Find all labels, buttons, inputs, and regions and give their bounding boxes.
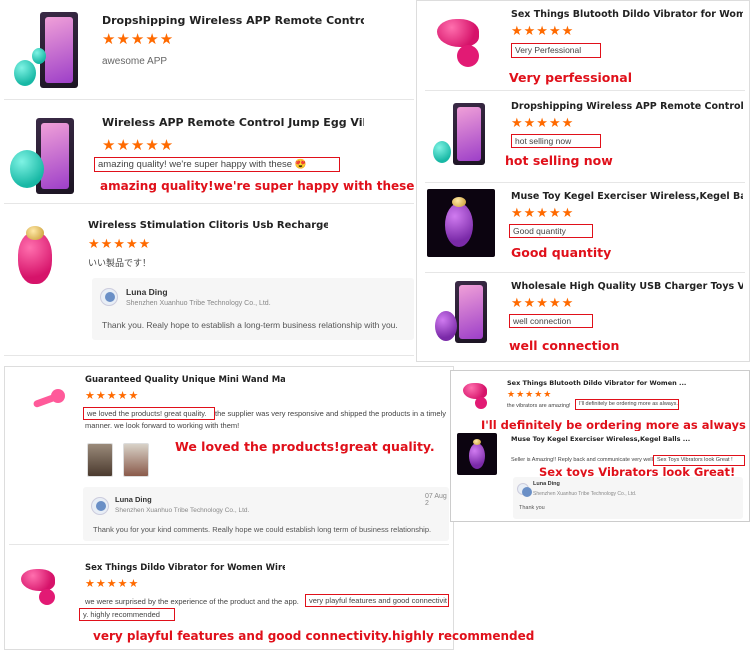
review-text-highlighted: amazing quality! we're super happy with … bbox=[94, 157, 340, 172]
avatar bbox=[517, 483, 532, 497]
rating-stars: ★★★★★ bbox=[85, 390, 140, 402]
rating-stars: ★★★★★ bbox=[102, 31, 175, 48]
review-card: Sex Things Blutooth Dildo Vibrator for W… bbox=[455, 373, 747, 432]
reply-author: Luna Ding bbox=[533, 481, 560, 487]
reply-author: Luna Ding bbox=[115, 495, 152, 504]
seller-reply: Luna Ding Shenzhen Xuanhuo Tribe Technol… bbox=[92, 278, 414, 340]
review-caption: Very perfessional bbox=[509, 70, 633, 85]
review-text-highlighted: hot selling now bbox=[511, 134, 601, 148]
reviews-panel-right-top: Sex Things Blutooth Dildo Vibrator for W… bbox=[416, 0, 750, 362]
review-card: Muse Toy Kegel Exerciser Wireless,Kegel … bbox=[455, 431, 747, 521]
product-thumbnail[interactable] bbox=[427, 101, 493, 167]
review-text: manner. we look forward to working with … bbox=[85, 421, 240, 430]
review-text: the supplier was very responsive and shi… bbox=[215, 409, 446, 418]
reply-company: Shenzhen Xuanhuo Tribe Technology Co., L… bbox=[126, 300, 271, 307]
product-title[interactable]: Sex Things Blutooth Dildo Vibrator for W… bbox=[507, 379, 697, 387]
reply-author: Luna Ding bbox=[126, 287, 168, 297]
review-text-highlighted: I'll definitely be ordering more as alwa… bbox=[575, 399, 679, 410]
product-title[interactable]: Muse Toy Kegel Exerciser Wireless,Kegel … bbox=[511, 191, 743, 202]
product-title[interactable]: Dropshipping Wireless APP Remote Control… bbox=[511, 101, 743, 112]
product-title[interactable]: Dropshipping Wireless APP Remote Control… bbox=[102, 14, 364, 27]
seller-reply: Luna Ding Shenzhen Xuanhuo Tribe Technol… bbox=[83, 487, 449, 541]
review-text-highlighted: very playful features and good connectiv… bbox=[305, 594, 449, 607]
review-card: Wholesale High Quality USB Charger Toys … bbox=[425, 277, 745, 361]
product-thumbnail[interactable] bbox=[457, 377, 497, 417]
review-text: いい製品です！ bbox=[88, 258, 152, 268]
product-thumbnail[interactable] bbox=[6, 116, 86, 196]
rating-stars: ★★★★★ bbox=[102, 137, 175, 154]
review-photo[interactable] bbox=[87, 443, 113, 477]
review-text-highlighted: we loved the products! great quality. bbox=[83, 407, 215, 420]
review-text: Seller is Amazing!! Reply back and commu… bbox=[511, 457, 655, 463]
review-text: we were surprised by the experience of t… bbox=[85, 597, 299, 606]
rating-stars: ★★★★★ bbox=[511, 205, 575, 220]
review-caption: hot selling now bbox=[505, 153, 613, 168]
review-text: awesome APP bbox=[102, 56, 168, 67]
rating-stars: ★★★★★ bbox=[85, 578, 140, 590]
review-text-highlighted: well connection bbox=[509, 314, 593, 328]
product-title[interactable]: Sex Things Dildo Vibrator for Women Wire… bbox=[85, 563, 285, 573]
product-title[interactable]: Sex Things Blutooth Dildo Vibrator for W… bbox=[511, 9, 743, 20]
review-caption: very playful features and good connectiv… bbox=[93, 629, 535, 643]
review-card: Wireless Stimulation Clitoris Usb Rechar… bbox=[4, 212, 414, 356]
review-caption: well connection bbox=[509, 338, 620, 353]
review-caption: I'll definitely be ordering more as alwa… bbox=[481, 418, 746, 432]
review-text-highlighted: Good quantity bbox=[509, 224, 593, 238]
reviews-panel-left-top: Dropshipping Wireless APP Remote Control… bbox=[0, 0, 418, 358]
product-title[interactable]: Wholesale High Quality USB Charger Toys … bbox=[511, 281, 743, 292]
avatar bbox=[100, 288, 118, 306]
reply-date: 07 Aug 2 bbox=[425, 493, 447, 507]
review-text: the vibrators are amazing! bbox=[507, 403, 571, 409]
reply-text: Thank you for your kind comments. Really… bbox=[93, 525, 432, 534]
reviews-panel-right-bottom: Sex Things Blutooth Dildo Vibrator for W… bbox=[450, 370, 750, 522]
review-card: Sex Things Dildo Vibrator for Women Wire… bbox=[9, 555, 534, 647]
rating-stars: ★★★★★ bbox=[511, 115, 575, 130]
product-thumbnail[interactable] bbox=[11, 559, 71, 619]
reviews-panel-left-bottom: Guaranteed Quality Unique Mini Wand Mass… bbox=[4, 366, 534, 650]
reply-company: Shenzhen Xuanhuo Tribe Technology Co., L… bbox=[115, 507, 250, 514]
review-card: Wireless APP Remote Control Jump Egg Vib… bbox=[4, 104, 414, 204]
review-photo[interactable] bbox=[123, 443, 149, 477]
product-thumbnail[interactable] bbox=[457, 433, 497, 475]
review-card: Sex Things Blutooth Dildo Vibrator for W… bbox=[425, 3, 745, 91]
product-title[interactable]: Guaranteed Quality Unique Mini Wand Mass… bbox=[85, 375, 285, 385]
review-caption: amazing quality!we're super happy with t… bbox=[100, 179, 415, 193]
rating-stars: ★★★★★ bbox=[511, 295, 575, 310]
review-card: Dropshipping Wireless APP Remote Control… bbox=[4, 4, 414, 100]
rating-stars: ★★★★★ bbox=[507, 389, 553, 399]
product-title[interactable]: Wireless Stimulation Clitoris Usb Rechar… bbox=[88, 220, 328, 231]
review-text-highlighted: y. highly recommended bbox=[79, 608, 175, 621]
product-thumbnail[interactable] bbox=[6, 10, 86, 90]
reply-company: Shenzhen Xuanhuo Tribe Technology Co., L… bbox=[533, 491, 637, 497]
review-text-highlighted: Very Perfessional bbox=[511, 43, 601, 58]
review-caption: Good quantity bbox=[511, 245, 612, 260]
product-thumbnail[interactable] bbox=[427, 189, 495, 257]
product-title[interactable]: Muse Toy Kegel Exerciser Wireless,Kegel … bbox=[511, 435, 701, 443]
review-card: Muse Toy Kegel Exerciser Wireless,Kegel … bbox=[425, 187, 745, 273]
reply-text: Thank you bbox=[519, 505, 545, 511]
reply-text: Thank you. Realy hope to establish a lon… bbox=[102, 320, 398, 330]
seller-reply: Luna Ding Shenzhen Xuanhuo Tribe Technol… bbox=[513, 477, 743, 519]
rating-stars: ★★★★★ bbox=[511, 23, 575, 38]
product-thumbnail[interactable] bbox=[15, 375, 73, 433]
review-card: Dropshipping Wireless APP Remote Control… bbox=[425, 97, 745, 183]
product-thumbnail[interactable] bbox=[6, 218, 78, 290]
review-caption: We loved the products!great quality. bbox=[175, 439, 435, 454]
product-thumbnail[interactable] bbox=[427, 7, 493, 73]
review-card: Guaranteed Quality Unique Mini Wand Mass… bbox=[9, 369, 449, 545]
product-title[interactable]: Wireless APP Remote Control Jump Egg Vib… bbox=[102, 116, 364, 129]
rating-stars: ★★★★★ bbox=[88, 236, 152, 251]
product-thumbnail[interactable] bbox=[427, 279, 495, 347]
avatar bbox=[91, 497, 109, 515]
